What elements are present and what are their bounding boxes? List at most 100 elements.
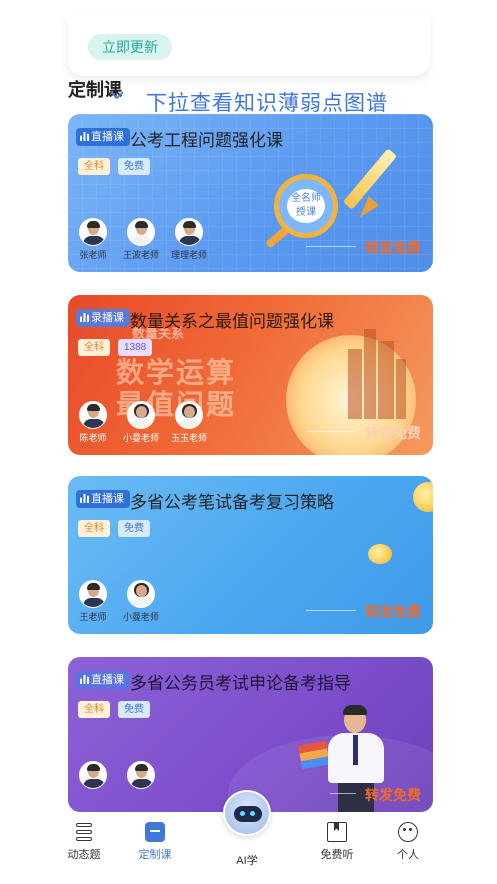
orb-illustration bbox=[368, 544, 392, 564]
avatar bbox=[175, 401, 203, 429]
teacher-list: 王老师 小曼老师 bbox=[76, 580, 160, 623]
share-divider bbox=[306, 610, 356, 611]
course-card[interactable]: 直播课 公考工程问题强化课 全科 免费 全名师授课 张老师 王波老师 理理老师 … bbox=[68, 114, 433, 272]
avatar bbox=[79, 401, 107, 429]
tab-label: 动态题 bbox=[67, 849, 101, 861]
update-card: 立即更新 bbox=[68, 14, 430, 76]
teacher[interactable]: 王老师 bbox=[76, 580, 110, 623]
stack-icon bbox=[74, 822, 94, 842]
teacher[interactable]: 王波老师 bbox=[123, 218, 160, 261]
magnifier-illustration: 全名师授课 bbox=[274, 174, 338, 238]
price-tag: 免费 bbox=[118, 158, 150, 175]
course-type-tag: 录播课 bbox=[76, 309, 130, 327]
course-card[interactable]: 直播课 多省公考笔试备考复习策略 全科 免费 王老师 小曼老师 转发免费 bbox=[68, 476, 433, 634]
course-type-label: 录播课 bbox=[91, 312, 124, 324]
subject-tag: 全科 bbox=[78, 520, 110, 537]
teacher-name: 陈老师 bbox=[79, 433, 107, 443]
price-tag: 免费 bbox=[118, 701, 150, 718]
course-title: 多省公考笔试备考复习策略 bbox=[130, 493, 334, 512]
course-card[interactable]: 直播课 多省公务员考试申论备考指导 全科 免费 转发免费 bbox=[68, 657, 433, 812]
tab-label: AI学 bbox=[236, 855, 258, 867]
price-tag: 1388 bbox=[118, 339, 153, 356]
pull-down-hint: 下拉查看知识薄弱点图谱 bbox=[146, 92, 388, 115]
share-divider bbox=[306, 431, 356, 432]
tab-label: 个人 bbox=[397, 849, 419, 861]
avatar bbox=[175, 218, 203, 246]
course-type-tag: 直播课 bbox=[76, 671, 130, 689]
course-title: 数量关系之最值问题强化课 bbox=[130, 312, 334, 331]
update-now-button[interactable]: 立即更新 bbox=[88, 34, 172, 60]
share-divider bbox=[306, 246, 356, 247]
subject-tag: 全科 bbox=[78, 339, 110, 356]
teacher-name: 小曼老师 bbox=[123, 433, 160, 443]
price-tag: 免费 bbox=[118, 520, 150, 537]
record-icon bbox=[80, 313, 89, 322]
building-illustration bbox=[348, 349, 362, 419]
teacher[interactable]: 张老师 bbox=[76, 218, 110, 261]
teacher-name: 玉玉老师 bbox=[171, 433, 208, 443]
building-illustration bbox=[378, 341, 394, 419]
tab-label: 免费听 bbox=[320, 849, 354, 861]
teacher[interactable]: 小曼老师 bbox=[123, 401, 160, 444]
avatar bbox=[79, 761, 107, 789]
course-type-label: 直播课 bbox=[91, 674, 124, 686]
avatar bbox=[127, 761, 155, 789]
teacher[interactable] bbox=[76, 761, 110, 791]
face-icon bbox=[398, 822, 418, 842]
building-illustration bbox=[364, 329, 376, 419]
live-icon bbox=[80, 132, 89, 141]
teacher-name: 张老师 bbox=[79, 250, 107, 260]
share-divider bbox=[330, 793, 356, 794]
teacher-name: 王波老师 bbox=[123, 250, 160, 260]
teacher[interactable]: 小曼老师 bbox=[123, 580, 160, 623]
course-icon bbox=[145, 822, 165, 842]
course-title: 公考工程问题强化课 bbox=[130, 131, 283, 150]
tab-dynamic-questions[interactable]: 动态题 bbox=[54, 822, 114, 862]
subject-tag: 全科 bbox=[78, 158, 110, 175]
teacher-list: 张老师 王波老师 理理老师 bbox=[76, 218, 208, 261]
teacher[interactable]: 玉玉老师 bbox=[171, 401, 208, 444]
teacher[interactable]: 陈老师 bbox=[76, 401, 110, 444]
live-icon bbox=[80, 675, 89, 684]
course-tags: 全科 免费 bbox=[78, 701, 150, 718]
teacher[interactable] bbox=[124, 761, 158, 791]
tab-free-listen[interactable]: 免费听 bbox=[307, 822, 367, 862]
teacher-list bbox=[76, 761, 158, 791]
course-title: 多省公务员考试申论备考指导 bbox=[130, 674, 351, 693]
avatar bbox=[127, 401, 155, 429]
avatar bbox=[79, 580, 107, 608]
avatar bbox=[79, 218, 107, 246]
tab-label: 定制课 bbox=[138, 849, 172, 861]
famous-teacher-badge: 全名师授课 bbox=[287, 189, 325, 223]
tab-ai-learn[interactable]: AI学 bbox=[217, 848, 277, 868]
live-icon bbox=[80, 494, 89, 503]
course-card[interactable]: 数量关系 数学运算 最值问题 录播课 数量关系之最值问题强化课 全科 1388 … bbox=[68, 295, 433, 455]
bottom-tab-bar: 动态题 定制课 AI学 免费听 个人 bbox=[0, 790, 497, 884]
share-free-button[interactable]: 转发免费 bbox=[365, 238, 421, 258]
share-free-button[interactable]: 转发免费 bbox=[365, 785, 421, 805]
share-free-button[interactable]: 转发免费 bbox=[365, 602, 421, 622]
course-tags: 全科 免费 bbox=[78, 158, 150, 175]
avatar bbox=[127, 218, 155, 246]
pull-down-icon bbox=[110, 91, 124, 100]
course-type-label: 直播课 bbox=[91, 131, 124, 143]
course-type-tag: 直播课 bbox=[76, 490, 130, 508]
building-illustration bbox=[396, 359, 406, 419]
robot-icon[interactable] bbox=[223, 790, 271, 836]
course-type-tag: 直播课 bbox=[76, 128, 130, 146]
share-free-button[interactable]: 转发免费 bbox=[365, 423, 421, 443]
course-tags: 全科 免费 bbox=[78, 520, 150, 537]
course-type-label: 直播课 bbox=[91, 493, 124, 505]
teacher-list: 陈老师 小曼老师 玉玉老师 bbox=[76, 401, 208, 444]
avatar bbox=[127, 580, 155, 608]
book-icon bbox=[327, 822, 347, 842]
teacher-name: 王老师 bbox=[79, 612, 107, 622]
teacher-name: 小曼老师 bbox=[123, 612, 160, 622]
teacher[interactable]: 理理老师 bbox=[171, 218, 208, 261]
tab-profile[interactable]: 个人 bbox=[378, 822, 438, 862]
subject-tag: 全科 bbox=[78, 701, 110, 718]
course-tags: 全科 1388 bbox=[78, 339, 153, 356]
orb-illustration bbox=[413, 482, 433, 512]
tab-custom-course[interactable]: 定制课 bbox=[125, 822, 185, 862]
teacher-name: 理理老师 bbox=[171, 250, 208, 260]
